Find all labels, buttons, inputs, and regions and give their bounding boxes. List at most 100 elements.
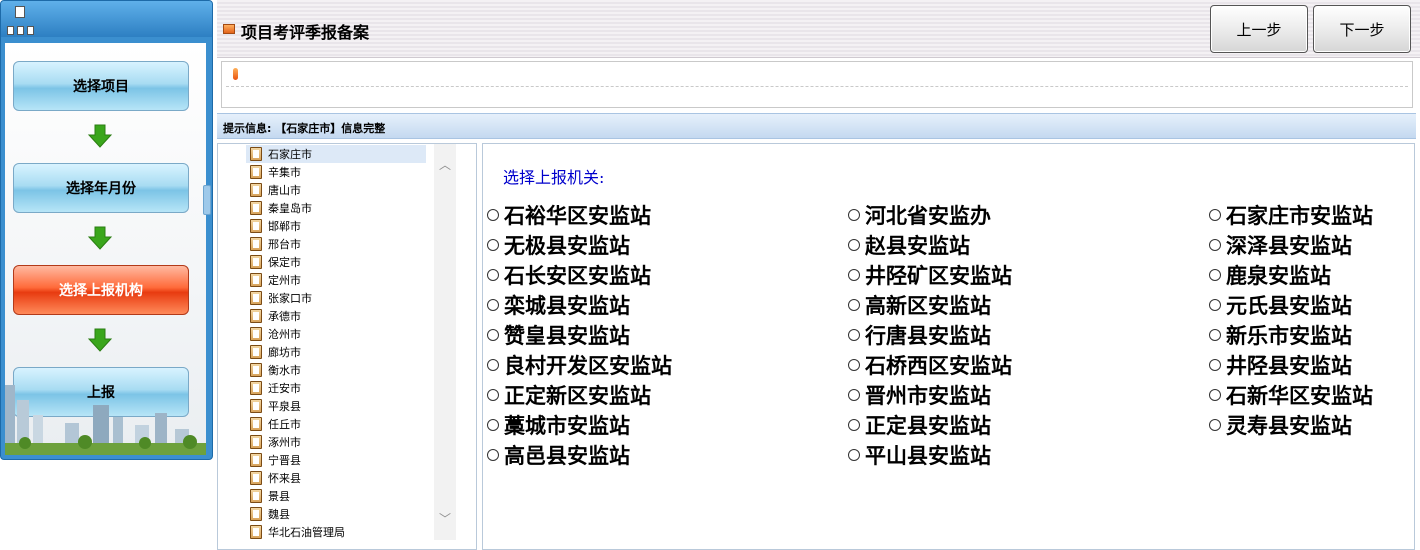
org-option-label: 石裕华区安监站 bbox=[504, 203, 651, 228]
tree-item[interactable]: 景县 bbox=[250, 487, 290, 505]
progress-marker bbox=[233, 68, 238, 80]
radio-button[interactable] bbox=[1209, 359, 1221, 371]
tree-item[interactable]: 迁安市 bbox=[250, 379, 301, 397]
radio-button[interactable] bbox=[848, 299, 860, 311]
org-option[interactable]: 石家庄市安监站 bbox=[1209, 201, 1373, 229]
org-option[interactable]: 石长安区安监站 bbox=[487, 261, 651, 289]
tree-item[interactable]: 承德市 bbox=[250, 307, 301, 325]
org-option[interactable]: 深泽县安监站 bbox=[1209, 231, 1352, 259]
step-select-org[interactable]: 选择上报机构 bbox=[13, 265, 189, 315]
org-option[interactable]: 石桥西区安监站 bbox=[848, 351, 1012, 379]
prev-step-button[interactable]: 上一步 bbox=[1210, 5, 1308, 53]
clipboard-icon bbox=[250, 165, 262, 179]
org-option[interactable]: 赞皇县安监站 bbox=[487, 321, 630, 349]
org-option-label: 赞皇县安监站 bbox=[504, 323, 630, 348]
tree-item[interactable]: 邢台市 bbox=[250, 235, 301, 253]
tree-item[interactable]: 魏县 bbox=[250, 505, 290, 523]
down-arrow-icon bbox=[87, 124, 113, 148]
radio-button[interactable] bbox=[848, 359, 860, 371]
radio-button[interactable] bbox=[1209, 299, 1221, 311]
radio-button[interactable] bbox=[848, 239, 860, 251]
radio-button[interactable] bbox=[487, 239, 499, 251]
radio-button[interactable] bbox=[487, 299, 499, 311]
radio-button[interactable] bbox=[487, 419, 499, 431]
tree-item[interactable]: 衡水市 bbox=[250, 361, 301, 379]
tree-item[interactable]: 平泉县 bbox=[250, 397, 301, 415]
org-option[interactable]: 行唐县安监站 bbox=[848, 321, 991, 349]
tree-item[interactable]: 辛集市 bbox=[250, 163, 301, 181]
radio-button[interactable] bbox=[1209, 329, 1221, 341]
clipboard-icon bbox=[250, 363, 262, 377]
radio-button[interactable] bbox=[848, 329, 860, 341]
org-option[interactable]: 鹿泉安监站 bbox=[1209, 261, 1331, 289]
org-option[interactable]: 新乐市安监站 bbox=[1209, 321, 1352, 349]
radio-button[interactable] bbox=[848, 269, 860, 281]
radio-button[interactable] bbox=[1209, 389, 1221, 401]
org-option[interactable]: 正定县安监站 bbox=[848, 411, 991, 439]
org-option[interactable]: 河北省安监办 bbox=[848, 201, 991, 229]
radio-button[interactable] bbox=[487, 269, 499, 281]
tree-item[interactable]: 任丘市 bbox=[250, 415, 301, 433]
tree-scrollbar[interactable]: ︿ ﹀ bbox=[434, 144, 456, 540]
radio-button[interactable] bbox=[848, 209, 860, 221]
org-option[interactable]: 正定新区安监站 bbox=[487, 381, 651, 409]
org-selection-panel: 选择上报机关: 石裕华区安监站 无极县安监站 石长安区安监站 栾城县安监站 赞皇县安监站… bbox=[482, 143, 1415, 550]
org-option[interactable]: 藁城市安监站 bbox=[487, 411, 630, 439]
tree-item[interactable]: 定州市 bbox=[250, 271, 301, 289]
org-option[interactable]: 元氏县安监站 bbox=[1209, 291, 1352, 319]
clipboard-icon bbox=[250, 237, 262, 251]
tree-item[interactable]: 沧州市 bbox=[250, 325, 301, 343]
radio-button[interactable] bbox=[1209, 209, 1221, 221]
step-select-month[interactable]: 选择年月份 bbox=[13, 163, 189, 213]
tree-item[interactable]: 张家口市 bbox=[250, 289, 312, 307]
radio-button[interactable] bbox=[1209, 269, 1221, 281]
radio-button[interactable] bbox=[848, 449, 860, 461]
org-option-label: 高邑县安监站 bbox=[504, 443, 630, 468]
org-option[interactable]: 栾城县安监站 bbox=[487, 291, 630, 319]
org-option[interactable]: 石裕华区安监站 bbox=[487, 201, 651, 229]
radio-button[interactable] bbox=[487, 329, 499, 341]
radio-button[interactable] bbox=[848, 419, 860, 431]
clipboard-icon bbox=[250, 435, 262, 449]
step-select-project[interactable]: 选择项目 bbox=[13, 61, 189, 111]
clipboard-icon bbox=[250, 399, 262, 413]
tree-item[interactable]: 秦皇岛市 bbox=[250, 199, 312, 217]
tree-item[interactable]: 涿州市 bbox=[250, 433, 301, 451]
radio-button[interactable] bbox=[487, 449, 499, 461]
panel-splitter-handle[interactable] bbox=[203, 185, 211, 215]
tree-item[interactable]: 宁晋县 bbox=[250, 451, 301, 469]
tree-item[interactable]: 唐山市 bbox=[250, 181, 301, 199]
org-option[interactable]: 高新区安监站 bbox=[848, 291, 991, 319]
radio-button[interactable] bbox=[848, 389, 860, 401]
tree-item-label: 沧州市 bbox=[268, 328, 301, 341]
tree-item[interactable]: 保定市 bbox=[250, 253, 301, 271]
org-option[interactable]: 赵县安监站 bbox=[848, 231, 970, 259]
org-option-label: 无极县安监站 bbox=[504, 233, 630, 258]
radio-button[interactable] bbox=[487, 389, 499, 401]
radio-button[interactable] bbox=[487, 209, 499, 221]
org-option[interactable]: 井陉矿区安监站 bbox=[848, 261, 1012, 289]
tree-item[interactable]: 怀来县 bbox=[250, 469, 301, 487]
document-icon bbox=[7, 6, 39, 36]
tree-item[interactable]: 廊坊市 bbox=[250, 343, 301, 361]
org-option[interactable]: 良村开发区安监站 bbox=[487, 351, 672, 379]
tree-item-label: 涿州市 bbox=[268, 436, 301, 449]
org-option[interactable]: 高邑县安监站 bbox=[487, 441, 630, 469]
tree-item[interactable]: 邯郸市 bbox=[250, 217, 301, 235]
radio-button[interactable] bbox=[1209, 419, 1221, 431]
org-option[interactable]: 平山县安监站 bbox=[848, 441, 991, 469]
org-option[interactable]: 晋州市安监站 bbox=[848, 381, 991, 409]
scroll-up-icon[interactable]: ︿ bbox=[439, 156, 451, 173]
scroll-down-icon[interactable]: ﹀ bbox=[439, 510, 451, 527]
tree-item[interactable]: 华北石油管理局 bbox=[250, 523, 345, 541]
org-option[interactable]: 灵寿县安监站 bbox=[1209, 411, 1352, 439]
org-option[interactable]: 石新华区安监站 bbox=[1209, 381, 1373, 409]
window-icon bbox=[223, 24, 235, 34]
next-step-button[interactable]: 下一步 bbox=[1313, 5, 1411, 53]
radio-button[interactable] bbox=[1209, 239, 1221, 251]
org-option[interactable]: 无极县安监站 bbox=[487, 231, 630, 259]
radio-button[interactable] bbox=[487, 359, 499, 371]
org-option[interactable]: 井陉县安监站 bbox=[1209, 351, 1352, 379]
tree-item[interactable]: 石家庄市 bbox=[246, 145, 426, 163]
tree-item-label: 邯郸市 bbox=[268, 220, 301, 233]
